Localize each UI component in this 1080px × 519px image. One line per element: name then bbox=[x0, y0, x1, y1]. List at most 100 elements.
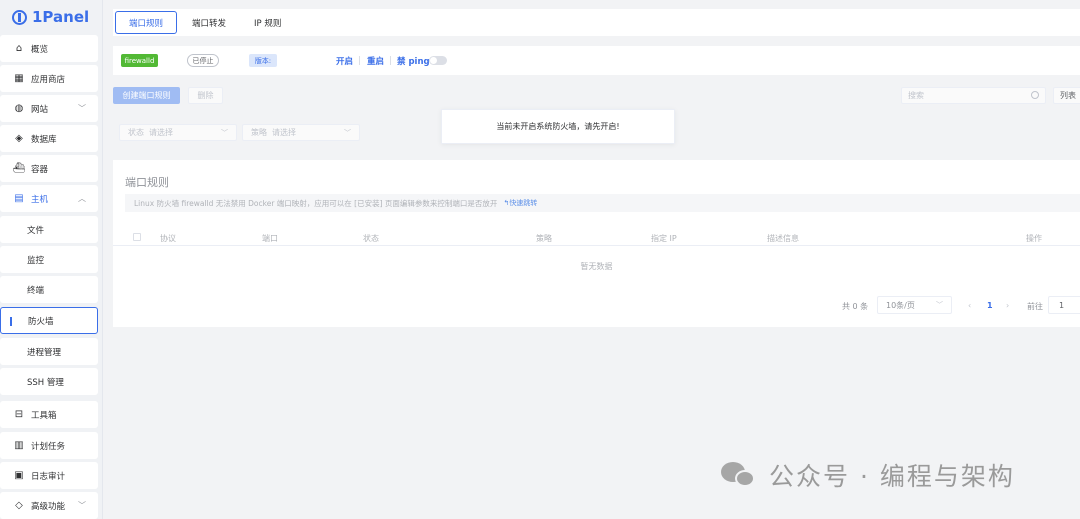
next-page-button[interactable]: › bbox=[1006, 301, 1009, 310]
sidebar-item-app-store[interactable]: ▦ 应用商店 bbox=[0, 65, 98, 92]
host-icon: ▤ bbox=[14, 193, 24, 204]
database-icon: ◈ bbox=[15, 133, 23, 144]
sidebar-item-log-audit[interactable]: ▣ 日志审计 bbox=[0, 462, 98, 489]
strategy-filter-select[interactable]: 策略 请选择 ﹀ bbox=[242, 124, 360, 141]
diamond-icon: ◇ bbox=[15, 500, 23, 511]
chevron-down-icon: ﹀ bbox=[221, 128, 228, 137]
goto-label: 前往 bbox=[1027, 302, 1043, 311]
column-description: 描述信息 bbox=[767, 234, 799, 243]
goto-page-input[interactable]: 1 bbox=[1048, 296, 1080, 314]
sidebar-item-container[interactable]: ⛴ 容器 bbox=[0, 155, 98, 182]
watermark: 公众号 · 编程与架构 bbox=[721, 458, 1015, 492]
ping-label: 禁 ping bbox=[397, 57, 430, 67]
create-port-rule-button[interactable]: 创建端口规则 bbox=[113, 87, 180, 104]
search-icon bbox=[1031, 91, 1039, 99]
sidebar-item-label: 进程管理 bbox=[27, 347, 62, 358]
wechat-icon bbox=[721, 460, 757, 490]
sidebar-item-label: 容器 bbox=[31, 164, 49, 175]
tab-port-rules[interactable]: 端口规则 bbox=[115, 11, 178, 34]
sidebar-item-label: 主机 bbox=[31, 194, 49, 205]
tab-bar: 端口规则 端口转发 IP 规则 bbox=[113, 9, 1080, 36]
sidebar-item-ssh[interactable]: SSH 管理 bbox=[0, 368, 98, 395]
strategy-filter-label: 策略 bbox=[251, 128, 267, 137]
toolbox-icon: ⊟ bbox=[14, 409, 24, 420]
select-all-checkbox[interactable] bbox=[133, 233, 141, 241]
sidebar-item-files[interactable]: 文件 bbox=[0, 216, 98, 243]
container-icon: ⛴ bbox=[12, 163, 26, 174]
sidebar-item-label: 网站 bbox=[31, 104, 49, 115]
empty-state: 暂无数据 bbox=[580, 262, 613, 271]
chevron-down-icon: ﹀ bbox=[344, 128, 351, 137]
chevron-up-icon: ︿ bbox=[78, 194, 86, 203]
logo[interactable]: 1Panel bbox=[0, 0, 102, 34]
start-button[interactable]: 开启 bbox=[336, 55, 353, 67]
sidebar-item-label: 高级功能 bbox=[31, 501, 66, 512]
active-indicator bbox=[10, 317, 12, 326]
sidebar-item-overview[interactable]: ⌂ 概览 bbox=[0, 35, 98, 62]
sidebar-item-label: 文件 bbox=[27, 225, 45, 236]
column-operation: 操作 bbox=[1026, 234, 1042, 243]
calendar-icon: ▥ bbox=[14, 440, 24, 451]
page-size-select[interactable]: 10条/页 ﹀ bbox=[877, 296, 952, 314]
logo-icon bbox=[12, 9, 27, 25]
sidebar-item-label: 概览 bbox=[31, 44, 49, 55]
page-size-value: 10条/页 bbox=[886, 300, 915, 310]
sidebar-item-label: 计划任务 bbox=[31, 441, 66, 452]
quick-jump-link[interactable]: ↰快速跳转 bbox=[503, 198, 537, 208]
watermark-text: 公众号 · 编程与架构 bbox=[769, 462, 1015, 491]
logo-text: 1Panel bbox=[32, 8, 90, 26]
status-filter-placeholder: 请选择 bbox=[149, 128, 173, 137]
quick-jump-label: 快速跳转 bbox=[509, 199, 538, 207]
column-protocol: 协议 bbox=[160, 234, 176, 243]
sidebar-item-website[interactable]: ◍ 网站 ﹀ bbox=[0, 95, 98, 122]
tab-port-forward[interactable]: 端口转发 bbox=[179, 11, 239, 34]
log-icon: ▣ bbox=[14, 470, 24, 481]
restart-button[interactable]: 重启 bbox=[367, 55, 384, 67]
status-filter-select[interactable]: 状态 请选择 ﹀ bbox=[119, 124, 237, 141]
status-filter-label: 状态 bbox=[128, 128, 144, 137]
prev-page-button[interactable]: ‹ bbox=[968, 301, 971, 310]
chevron-down-icon: ﹀ bbox=[78, 104, 86, 113]
column-status: 状态 bbox=[363, 234, 379, 243]
sidebar-item-toolbox[interactable]: ⊟ 工具箱 bbox=[0, 401, 98, 428]
sidebar-item-label: 工具箱 bbox=[31, 410, 57, 421]
sidebar-item-advanced[interactable]: ◇ 高级功能 ﹀ bbox=[0, 492, 98, 519]
sidebar-item-label: 监控 bbox=[27, 255, 45, 266]
sidebar-item-label: 数据库 bbox=[31, 134, 57, 145]
sidebar-item-terminal[interactable]: 终端 bbox=[0, 276, 98, 303]
delete-button[interactable]: 删除 bbox=[188, 87, 223, 104]
table-header: 协议 端口 状态 策略 指定 IP 描述信息 操作 bbox=[113, 228, 1080, 246]
notice-banner: Linux 防火墙 firewalld 无法禁用 Docker 端口映射，应用可… bbox=[125, 194, 1080, 212]
sidebar: 1Panel ⌂ 概览 ▦ 应用商店 ◍ 网站 ﹀ ◈ 数据库 ⛴ 容器 ▤ 主… bbox=[0, 0, 103, 519]
port-rules-card: 端口规则 Linux 防火墙 firewalld 无法禁用 Docker 端口映… bbox=[113, 160, 1080, 327]
sidebar-item-host[interactable]: ▤ 主机 ︿ bbox=[0, 185, 98, 212]
column-strategy: 策略 bbox=[536, 234, 552, 243]
apps-icon: ▦ bbox=[14, 73, 24, 84]
ping-toggle[interactable] bbox=[429, 56, 447, 65]
sidebar-item-cronjob[interactable]: ▥ 计划任务 bbox=[0, 432, 98, 459]
column-address: 指定 IP bbox=[651, 234, 677, 243]
column-port: 端口 bbox=[262, 234, 278, 243]
notice-text: Linux 防火墙 firewalld 无法禁用 Docker 端口映射，应用可… bbox=[134, 198, 498, 208]
sidebar-item-label: 防火墙 bbox=[28, 316, 54, 327]
firewall-name-badge: firewalld bbox=[121, 54, 158, 67]
chevron-down-icon: ﹀ bbox=[936, 301, 943, 309]
toast-message: 当前未开启系统防火墙，请先开启! bbox=[441, 109, 675, 144]
strategy-filter-placeholder: 请选择 bbox=[272, 128, 296, 137]
pagination-total: 共 0 条 bbox=[842, 302, 869, 311]
sidebar-item-label: SSH 管理 bbox=[27, 377, 64, 388]
divider bbox=[359, 56, 360, 65]
list-view-button[interactable]: 列表 bbox=[1053, 87, 1080, 104]
status-badge: 已停止 bbox=[187, 54, 219, 67]
search-input[interactable]: 搜索 bbox=[901, 87, 1046, 104]
sidebar-item-process[interactable]: 进程管理 bbox=[0, 338, 98, 365]
globe-icon: ◍ bbox=[14, 103, 24, 114]
sidebar-item-database[interactable]: ◈ 数据库 bbox=[0, 125, 98, 152]
sidebar-item-label: 日志审计 bbox=[31, 471, 66, 482]
sidebar-item-label: 终端 bbox=[27, 285, 45, 296]
tab-ip-rules[interactable]: IP 规则 bbox=[241, 11, 294, 34]
sidebar-item-firewall[interactable]: 防火墙 bbox=[0, 307, 98, 334]
card-title: 端口规则 bbox=[125, 176, 169, 189]
sidebar-item-monitor[interactable]: 监控 bbox=[0, 246, 98, 273]
page-number[interactable]: 1 bbox=[987, 301, 993, 310]
